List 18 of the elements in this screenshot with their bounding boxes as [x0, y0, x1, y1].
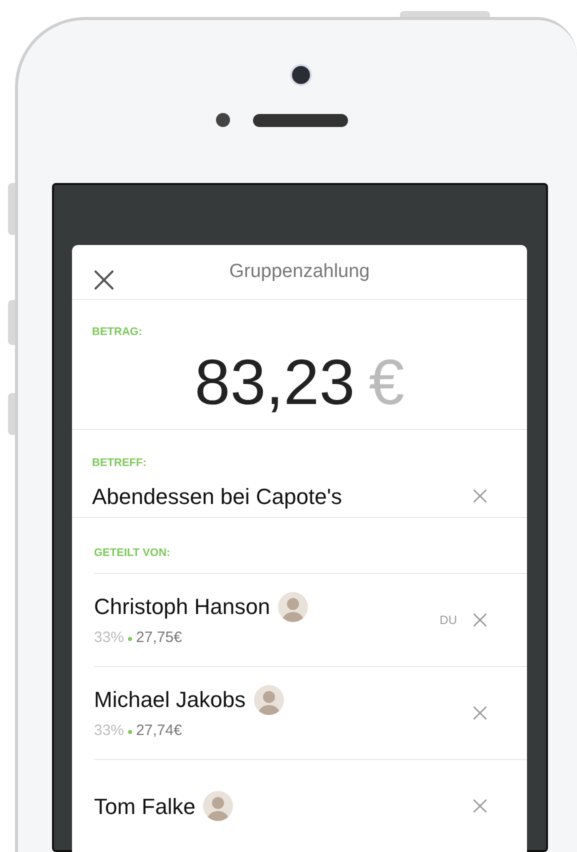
dialog-title: Gruppenzahlung: [229, 260, 370, 284]
person-name: Christoph Hanson: [94, 593, 270, 622]
share-percent: 33%: [94, 721, 124, 742]
avatar-icon: [203, 791, 234, 821]
share-amount: 27,75€: [136, 628, 182, 648]
subject-field[interactable]: Abendessen bei Capote's: [92, 480, 342, 513]
share-amount: 27,74€: [136, 721, 182, 742]
person-name: Tom Falke: [94, 792, 196, 820]
field-label: GETEILT VON:: [94, 546, 170, 560]
field-label: BETRAG:: [92, 324, 142, 340]
share-percent: 33%: [94, 628, 124, 648]
person-name: Michael Jakobs: [94, 686, 246, 714]
avatar-icon: [254, 684, 284, 715]
avatar-icon: [278, 592, 308, 622]
amount-value: 83,23: [194, 350, 355, 414]
field-label: BETREFF:: [92, 456, 146, 472]
you-tag: DU: [440, 611, 457, 629]
currency-symbol: €: [368, 350, 404, 414]
